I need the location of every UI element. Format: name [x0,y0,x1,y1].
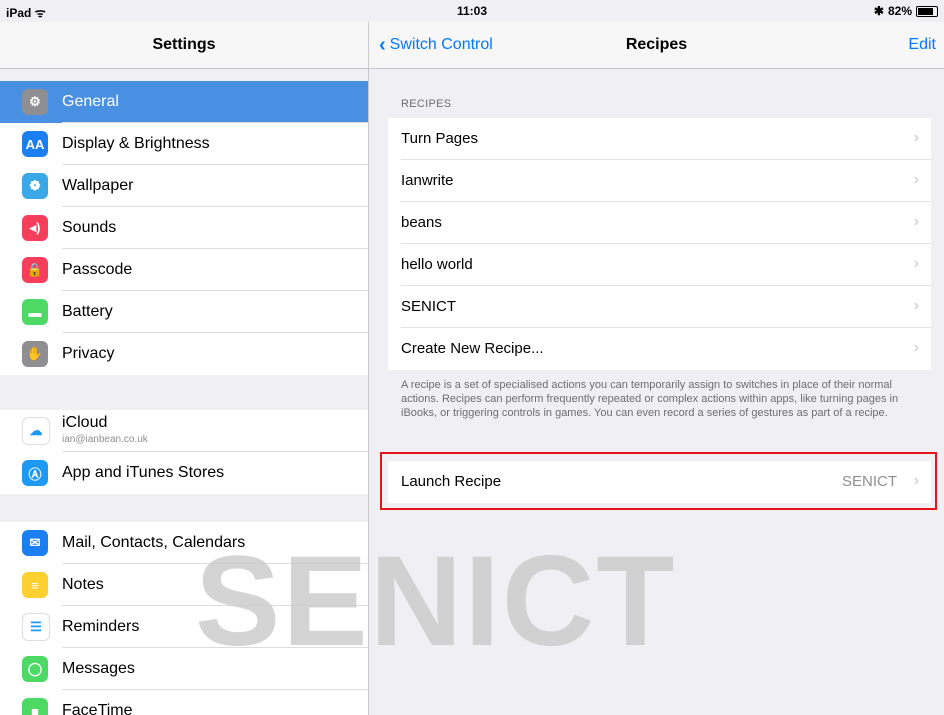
recipe-row[interactable]: SENICT › [388,286,931,328]
sidebar-item-label: Reminders [62,618,140,635]
cloud-icon: ☁ [22,417,50,445]
recipe-label: beans [401,214,442,231]
sidebar-item-label: App and iTunes Stores [62,464,225,481]
chevron-right-icon: › [913,255,919,272]
recipes-footer-text: A recipe is a set of specialised actions… [401,379,899,419]
status-time: 11:03 [456,4,488,18]
sidebar-item-sublabel: ian@ianbean.co.uk [62,434,148,445]
sidebar-item-label: Sounds [62,219,117,236]
recipe-label: Turn Pages [401,130,478,147]
sidebar-item-label: Passcode [62,261,133,278]
sidebar-item-general[interactable]: ⚙ General [0,81,368,123]
recipe-row[interactable]: Turn Pages › [388,118,931,160]
recipe-row[interactable]: beans › [388,202,931,244]
sidebar-item-label: Mail, Contacts, Calendars [62,534,246,551]
chevron-right-icon: › [913,171,919,188]
sidebar-item-passcode[interactable]: 🔒 Passcode [0,249,368,291]
recipe-label: hello world [401,256,473,273]
sidebar-item-label: iCloud [62,414,108,431]
section-header: RECIPES [401,98,452,110]
sidebar-item-notes[interactable]: ≡ Notes [0,564,368,606]
recipe-label: Create New Recipe... [401,340,544,357]
chevron-right-icon: › [913,129,919,146]
sidebar-item-reminders[interactable]: ☰ Reminders [0,606,368,648]
sidebar-item-messages[interactable]: ◯ Messages [0,648,368,690]
sidebar-item-app-and-itunes-stores[interactable]: Ⓐ App and iTunes Stores [0,452,368,494]
bluetooth-icon: ✱ [873,4,884,18]
facetime-icon: ■ [22,698,48,715]
sidebar-item-wallpaper[interactable]: ❁ Wallpaper [0,165,368,207]
chevron-right-icon: › [913,297,919,314]
sidebar-item-sounds[interactable]: ◂) Sounds [0,207,368,249]
page-title: Recipes [625,36,688,53]
hand-icon: ✋ [22,341,48,367]
messages-icon: ◯ [22,656,48,682]
notes-icon: ≡ [22,572,48,598]
sidebar-item-label: General [62,93,119,110]
recipes-list: Turn Pages › Ianwrite › beans › hello world › SE… [388,118,931,370]
battery-icon: ▬ [22,299,48,325]
app-store-icon: Ⓐ [22,460,48,486]
recipe-row[interactable]: hello world › [388,244,931,286]
recipes-pane: ‹ Switch Control Recipes Edit RECIPES Tu… [369,22,944,715]
settings-sidebar: Settings ⚙ General AA Display & Brightness ❁… [0,22,369,715]
settings-title: Settings [0,22,368,69]
recipe-row[interactable]: Create New Recipe... › [388,328,931,370]
settings-group-3: ✉ Mail, Contacts, Calendars ≡ Notes ☰ Reminde… [0,522,368,715]
highlight-box [380,452,937,510]
sidebar-item-label: FaceTime [62,702,133,715]
sidebar-item-label: Privacy [62,345,115,362]
recipe-label: Ianwrite [401,172,454,189]
sidebar-item-privacy[interactable]: ✋ Privacy [0,333,368,375]
battery-percent: 82% [887,4,912,18]
gear-icon: ⚙ [22,89,48,115]
sidebar-item-label: Display & Brightness [62,135,210,152]
sidebar-item-icloud[interactable]: ☁ iCloud ian@ianbean.co.uk [0,410,368,452]
speaker-icon: ◂) [22,215,48,241]
sidebar-item-display-brightness[interactable]: AA Display & Brightness [0,123,368,165]
reminders-icon: ☰ [22,613,50,641]
sidebar-item-label: Wallpaper [62,177,134,194]
sidebar-item-battery[interactable]: ▬ Battery [0,291,368,333]
sidebar-item-mail-contacts-calendars[interactable]: ✉ Mail, Contacts, Calendars [0,522,368,564]
recipe-label: SENICT [401,298,457,315]
flower-icon: ❁ [22,173,48,199]
sidebar-item-label: Battery [62,303,113,320]
battery-icon [916,5,938,17]
edit-button[interactable]: Edit [908,36,936,54]
chevron-right-icon: › [913,339,919,356]
lock-icon: 🔒 [22,257,48,283]
sidebar-item-label: Notes [62,576,104,593]
settings-group-2: ☁ iCloud ian@ianbean.co.uk Ⓐ App and iTunes … [0,410,368,494]
recipes-nav-bar: ‹ Switch Control Recipes Edit [369,22,944,69]
sidebar-item-label: Messages [62,660,135,677]
battery-status: ✱ 82% [874,4,938,18]
settings-group-1: ⚙ General AA Display & Brightness ❁ Wallpaper… [0,81,368,375]
recipe-row[interactable]: Ianwrite › [388,160,931,202]
sidebar-item-facetime[interactable]: ■ FaceTime [0,690,368,715]
chevron-right-icon: › [913,213,919,230]
mail-icon: ✉ [22,530,48,556]
text-size-icon: AA [22,131,48,157]
status-bar: iPad ᯤ 11:03 ✱ 82% [0,0,944,22]
